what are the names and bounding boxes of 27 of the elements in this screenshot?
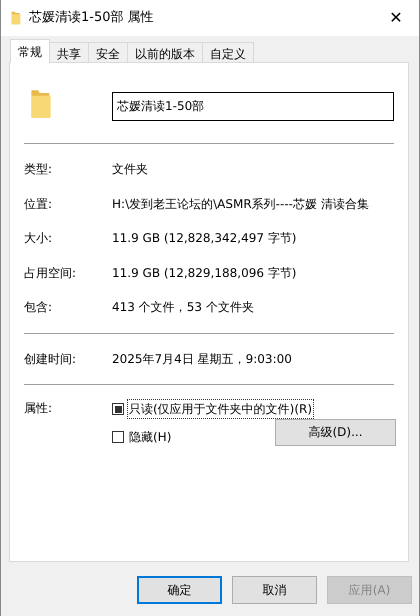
- advanced-button[interactable]: 高级(D)...: [275, 418, 396, 446]
- checkbox[interactable]: [112, 431, 124, 443]
- checkbox-label[interactable]: 隐藏(H): [127, 427, 174, 447]
- field-value: 413 个文件，53 个文件夹: [112, 299, 254, 316]
- field-label: 大小:: [24, 230, 54, 248]
- field-label: 创建时间:: [24, 350, 78, 368]
- field-value: 文件夹: [112, 161, 148, 178]
- name-field[interactable]: 芯媛清读1-50部: [112, 92, 394, 120]
- field-label: 位置:: [24, 196, 54, 213]
- tab[interactable]: 共享: [49, 42, 89, 63]
- dialog-button[interactable]: 取消: [232, 576, 317, 604]
- field-value: 11.9 GB (12,829,188,096 字节): [112, 264, 296, 282]
- field-label: 属性:: [24, 400, 54, 417]
- field-value: H:\发到老王论坛的\ASMR系列----芯媛 清读合集: [112, 196, 369, 213]
- checkbox[interactable]: [112, 403, 124, 415]
- tab[interactable]: 自定义: [202, 42, 254, 63]
- dialog-button[interactable]: 确定: [137, 576, 222, 604]
- field-value: 11.9 GB (12,828,342,497 字节): [112, 230, 296, 248]
- field-label: 包含:: [24, 299, 54, 316]
- window-title: 芯媛清读1-50部 属性: [29, 9, 155, 28]
- field-value: 2025年7月4日 星期五，9:03:00: [112, 350, 292, 368]
- field-label: 占用空间:: [24, 264, 78, 282]
- tab[interactable]: 常规: [10, 39, 50, 63]
- tab[interactable]: 安全: [88, 42, 128, 63]
- close-button[interactable]: ✕: [373, 0, 419, 36]
- folder-icon: [11, 10, 21, 26]
- field-label: 类型:: [24, 161, 54, 178]
